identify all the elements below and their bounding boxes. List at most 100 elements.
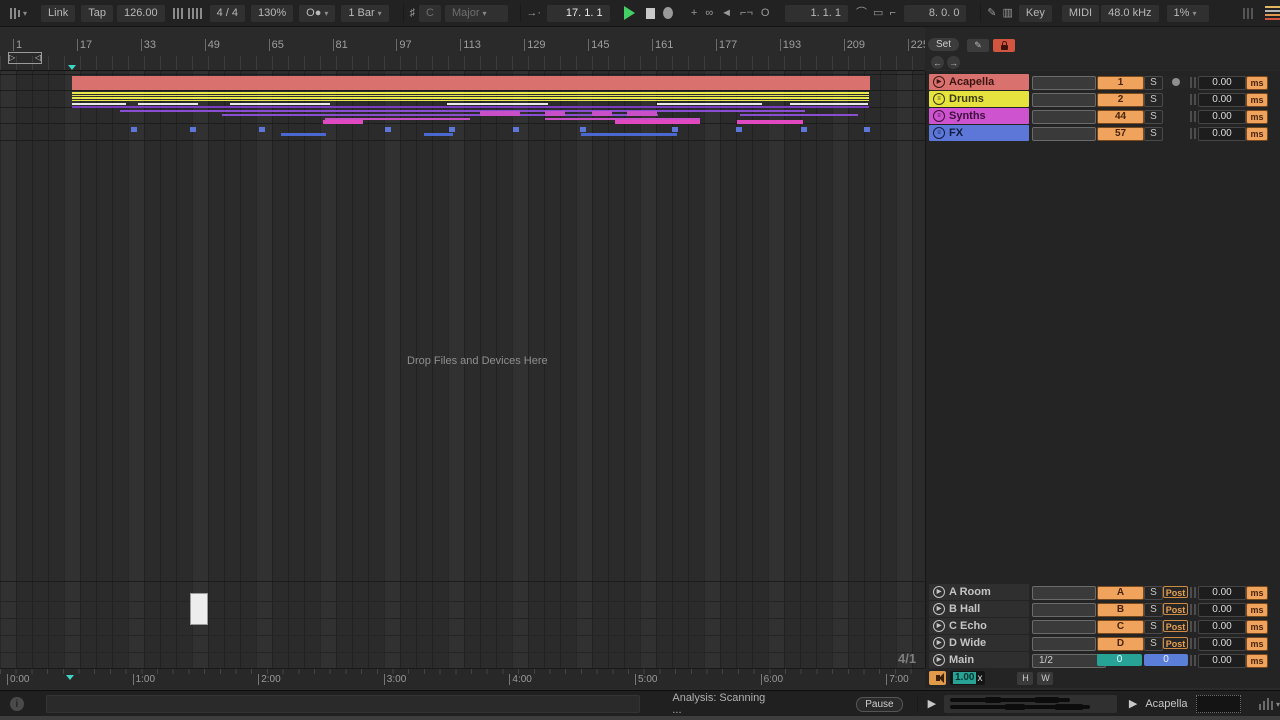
track-delay-unit[interactable]: ms <box>1246 637 1268 651</box>
solo-button[interactable]: S <box>1144 637 1163 651</box>
clip[interactable] <box>615 120 700 124</box>
clip[interactable] <box>281 133 326 136</box>
clip[interactable] <box>120 110 805 112</box>
nudge-down-icon[interactable] <box>173 7 183 19</box>
set-locator-button[interactable]: Set <box>928 38 959 51</box>
sample-play-icon[interactable]: ▶ <box>1129 698 1137 710</box>
clip[interactable] <box>72 97 869 99</box>
track-header-a-room[interactable]: ▶ A Room A S Post 0.00 ms <box>926 584 1280 600</box>
tap-tempo-button[interactable]: Tap <box>81 5 113 22</box>
post-toggle[interactable]: Post <box>1163 603 1188 615</box>
io-chooser[interactable] <box>1032 127 1096 141</box>
marker-pencil-icon[interactable]: ✎ <box>967 39 989 52</box>
new-midi-clip-icon[interactable]: + <box>691 7 697 19</box>
metronome-button[interactable]: O●▾ <box>299 5 335 22</box>
bar-ruler[interactable]: 1173349658197113129145161177193209225 ▷◁ <box>0 27 925 71</box>
midi-map-mode-button[interactable]: MIDI <box>1062 5 1099 22</box>
sample-waveform-preview[interactable] <box>944 695 1117 713</box>
nudge-up-icon[interactable] <box>188 7 202 19</box>
playback-speed-field[interactable]: 1.00x <box>950 671 985 685</box>
clip[interactable] <box>230 103 330 105</box>
loop-region-icon[interactable]: ⌐¬ <box>740 7 753 19</box>
track-delay-unit[interactable]: ms <box>1246 620 1268 634</box>
arm-button[interactable] <box>1163 76 1188 88</box>
track-number-box[interactable]: 44 <box>1097 110 1144 124</box>
stop-button[interactable] <box>646 8 655 19</box>
clip[interactable] <box>259 127 265 132</box>
clip[interactable] <box>581 133 677 136</box>
solo-button[interactable]: S <box>1144 586 1163 600</box>
cpu-load-menu[interactable]: 1%▾ <box>1167 5 1209 22</box>
arrangement-position-field[interactable]: 17. 1. 1 <box>547 5 610 22</box>
tempo-field[interactable]: 126.00 <box>117 5 165 22</box>
track-number-box[interactable]: 57 <box>1097 127 1144 141</box>
time-ruler[interactable]: 0:001:002:003:004:005:006:007:00 <box>0 668 925 689</box>
clip[interactable] <box>72 100 869 102</box>
solo-button[interactable]: S <box>1144 76 1163 90</box>
solo-button[interactable]: S <box>1144 110 1163 124</box>
volume-field[interactable]: 0.00 <box>1198 127 1246 141</box>
preview-play-icon[interactable]: ▶ <box>928 698 936 710</box>
next-locator-icon[interactable]: → <box>947 56 960 69</box>
volume-field[interactable]: 0.00 <box>1198 110 1246 124</box>
main-pan-box[interactable]: 0 <box>1097 654 1142 666</box>
volume-field[interactable]: 0.00 <box>1198 637 1246 651</box>
fade-in-icon[interactable]: ⌒ <box>856 7 867 19</box>
clip[interactable] <box>131 127 137 132</box>
track-header-b-hall[interactable]: ▶ B Hall B S Post 0.00 ms <box>926 601 1280 617</box>
clip[interactable] <box>72 103 126 105</box>
clip[interactable] <box>447 103 548 105</box>
track-header-main[interactable]: ▶Main 1/2▾ 0 0 0.00 ms <box>926 652 1280 668</box>
clip[interactable] <box>657 103 762 105</box>
link-button[interactable]: Link <box>41 5 75 22</box>
control-bar-options-icon[interactable] <box>10 7 20 19</box>
return-letter-box[interactable]: B <box>1097 603 1144 617</box>
clip[interactable] <box>385 127 391 132</box>
track-header-drums[interactable]: ≡ Drums 2 S 0.00 ms <box>926 91 1280 107</box>
post-toggle[interactable]: Post <box>1163 637 1188 649</box>
loop-start-field[interactable]: 1. 1. 1 <box>785 5 848 22</box>
loop-length-field[interactable]: 8. 0. 0 <box>904 5 967 22</box>
volume-field[interactable]: 0.00 <box>1198 586 1246 600</box>
loop-switch-icon[interactable]: O <box>761 7 770 19</box>
io-chooser[interactable] <box>1032 93 1096 107</box>
clip[interactable] <box>737 120 803 124</box>
clip[interactable] <box>138 103 198 105</box>
track-delay-unit[interactable]: ms <box>1246 110 1268 124</box>
clip[interactable] <box>790 103 868 105</box>
track-header-synths[interactable]: ≡ Synths 44 S 0.00 ms <box>926 108 1280 124</box>
return-letter-box[interactable]: D <box>1097 637 1144 651</box>
io-chooser[interactable] <box>1032 620 1096 634</box>
main-volume-slider[interactable]: 0 <box>1144 654 1188 666</box>
post-toggle[interactable]: Post <box>1163 586 1188 598</box>
clip[interactable] <box>740 114 858 116</box>
track-delay-unit[interactable]: ms <box>1246 76 1268 90</box>
hamburger-menu-icon[interactable] <box>1265 6 1280 20</box>
arrangement-area[interactable]: Drop Files and Devices Here <box>0 71 925 668</box>
track-header-c-echo[interactable]: ▶ C Echo C S Post 0.00 ms <box>926 618 1280 634</box>
track-delay-unit[interactable]: ms <box>1246 127 1268 141</box>
clip[interactable] <box>72 106 869 108</box>
fade-out-icon[interactable]: ⌐ <box>889 7 895 19</box>
groove-amount-field[interactable]: 130% <box>251 5 293 22</box>
prev-locator-icon[interactable]: ← <box>931 56 944 69</box>
clip[interactable] <box>72 95 869 97</box>
return-letter-box[interactable]: C <box>1097 620 1144 634</box>
clip[interactable] <box>449 127 455 132</box>
clip[interactable] <box>864 127 870 132</box>
clip[interactable] <box>627 111 657 116</box>
clip[interactable] <box>72 76 870 90</box>
io-chooser[interactable] <box>1032 110 1096 124</box>
loop-icon[interactable]: ▭ <box>873 7 883 19</box>
punch-in-icon[interactable]: ◄ <box>721 7 732 19</box>
capture-midi-icon[interactable]: ∞ <box>705 7 713 19</box>
clip[interactable] <box>592 111 612 116</box>
draw-mode-pencil-icon[interactable]: ✎ <box>987 7 996 19</box>
key-map-mode-button[interactable]: Key <box>1019 5 1052 22</box>
volume-field[interactable]: 0.00 <box>1198 654 1246 668</box>
play-button[interactable] <box>624 6 635 20</box>
solo-button[interactable]: S <box>1144 93 1163 107</box>
track-delay-unit[interactable]: ms <box>1246 603 1268 617</box>
return-letter-box[interactable]: A <box>1097 586 1144 600</box>
track-delay-unit[interactable]: ms <box>1246 586 1268 600</box>
